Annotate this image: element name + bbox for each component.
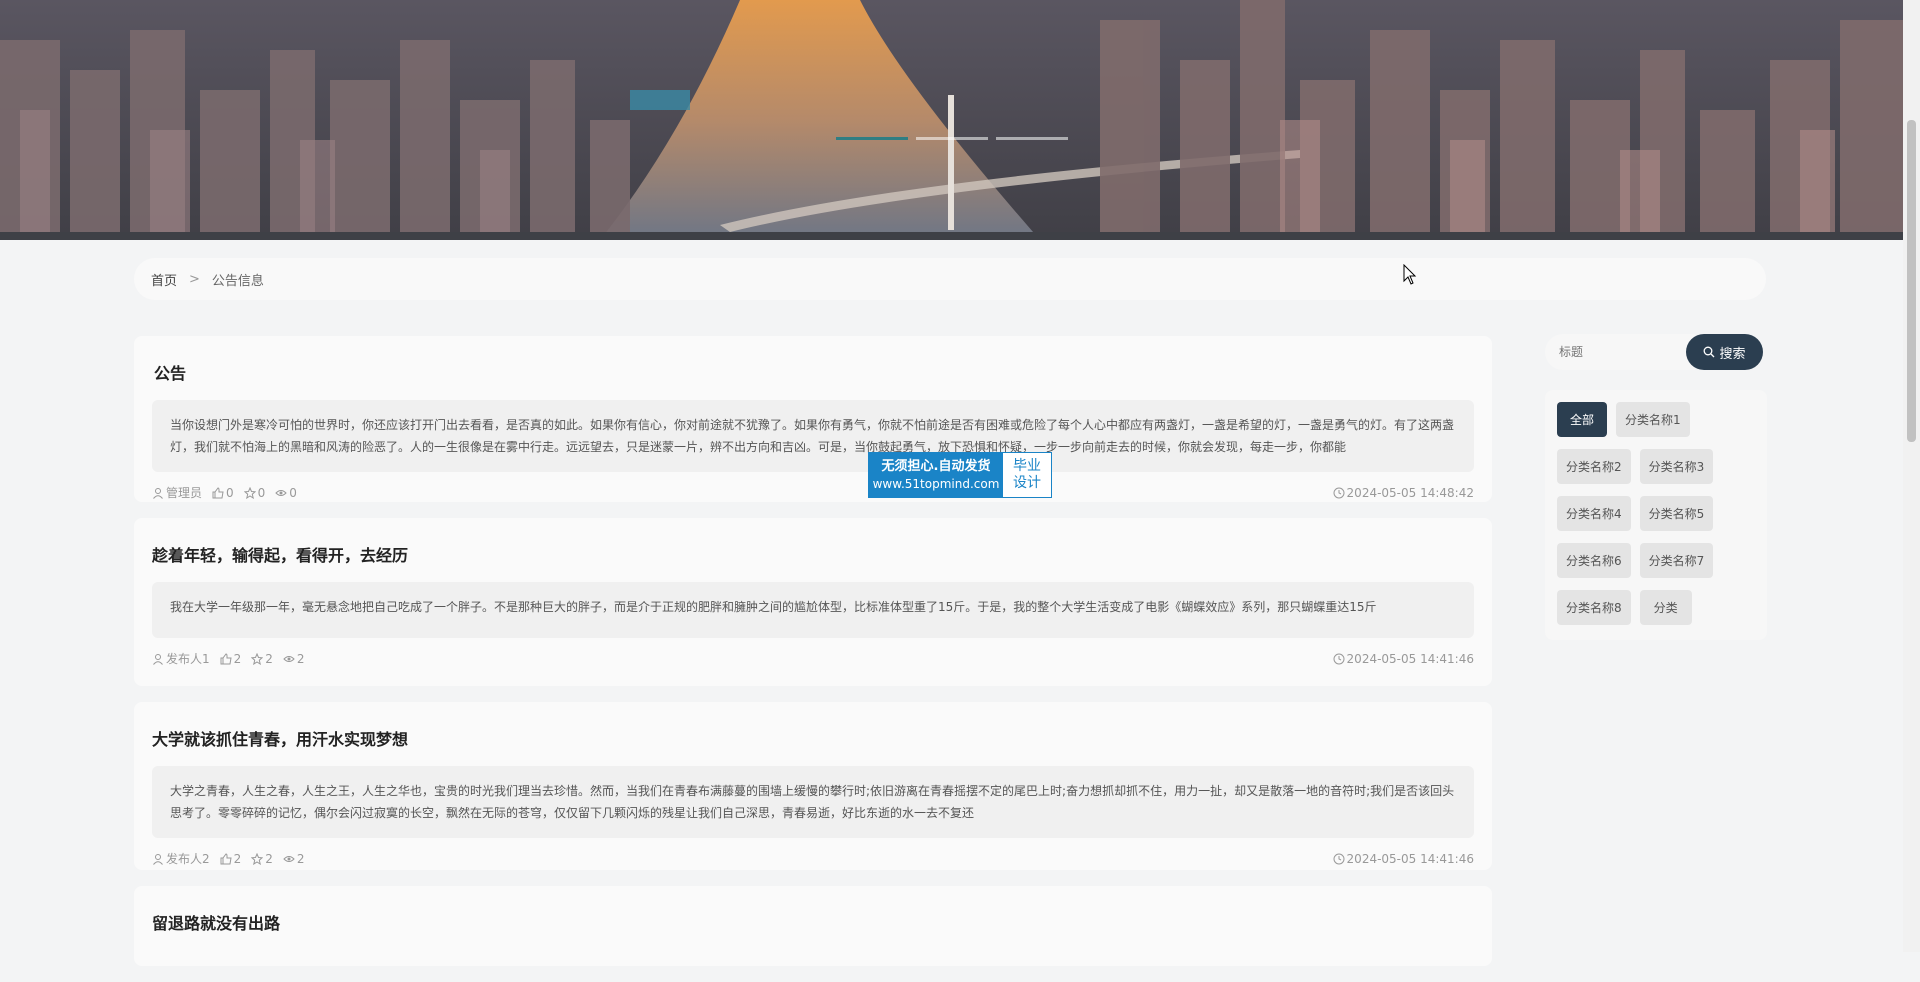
notice-meta: 发布人2 2 2 2 2024-05-05 14:41:46 [152,850,1474,867]
likes-count: 0 [226,485,234,500]
publish-date: 2024-05-05 14:48:42 [1333,486,1474,500]
thumb-up-icon [220,852,232,864]
clock-icon [1333,853,1345,864]
favorites-count: 2 [265,651,273,666]
likes: 0 [212,486,234,500]
views-count: 0 [289,485,297,500]
breadcrumb-current: 公告信息 [211,273,264,289]
views: 0 [275,486,297,500]
carousel-indicators [836,137,1068,141]
likes-count: 2 [233,851,242,866]
category-item[interactable]: 分类名称4 [1557,496,1631,531]
publish-date-text: 2024-05-05 14:41:46 [1346,851,1474,866]
author: 发布人2 [152,850,210,867]
scrollbar-thumb[interactable] [1907,120,1916,442]
favorites: 2 [251,852,273,866]
category-item[interactable]: 分类名称7 [1639,543,1714,578]
search-button-label: 搜索 [1719,346,1746,362]
ad-line2: www.51topmind.com [872,477,1000,491]
author: 发布人1 [152,650,210,667]
clock-icon [1333,487,1345,498]
publish-date-text: 2024-05-05 14:41:46 [1346,651,1474,666]
notice-card[interactable]: 留退路就没有出路 [134,886,1492,966]
notice-summary: 我在大学一年级那一年，毫无悬念地把自己吃成了一个胖子。不是那种巨大的胖子，而是介… [152,582,1474,638]
carousel-dot-2[interactable] [916,137,988,140]
ad-left: 无须担心.自动发货 www.51topmind.com [869,453,1003,497]
search-bar: 搜索 [1545,334,1763,370]
notice-list: 公告 当你设想门外是寒冷可怕的世界时，你还应该打开门出去看看，是否真的如此。如果… [134,336,1492,982]
thumb-up-icon [220,652,232,664]
notice-title[interactable]: 留退路就没有出路 [152,910,1474,934]
search-button[interactable]: 搜索 [1686,334,1763,370]
favorites-count: 2 [265,851,273,866]
breadcrumb: 首页 > 公告信息 [134,258,1766,300]
clock-icon [1333,653,1345,664]
star-icon [251,852,264,865]
notice-card[interactable]: 公告 当你设想门外是寒冷可怕的世界时，你还应该打开门出去看看，是否真的如此。如果… [134,336,1492,502]
ad-right2: 设计 [1013,475,1041,491]
category-item[interactable]: 分类名称2 [1557,449,1631,484]
search-icon [1704,346,1715,358]
views-count: 2 [296,851,305,866]
carousel-dot-3[interactable] [996,137,1068,140]
author-name: 发布人1 [166,652,210,666]
user-icon [153,853,163,865]
notice-title[interactable]: 大学就该抓住青春，用汗水实现梦想 [152,726,1474,750]
carousel-dot-1[interactable] [836,137,908,140]
search-input[interactable] [1545,334,1695,370]
mouse-cursor-icon [1403,264,1417,285]
category-item[interactable]: 分类名称8 [1557,590,1631,625]
banner-image [0,0,1903,240]
eye-icon [275,489,288,496]
ad-right: 毕业 设计 [1003,453,1051,497]
star-icon [243,486,256,499]
category-item[interactable]: 分类名称3 [1639,449,1714,484]
category-item[interactable]: 分类名称5 [1639,496,1714,531]
ad-line1: 无须担心.自动发货 [881,459,991,474]
author-name: 管理员 [166,486,203,500]
notice-title[interactable]: 公告 [154,360,1474,384]
banner-carousel[interactable] [0,0,1903,240]
favorites: 2 [251,652,273,666]
notice-summary: 当你设想门外是寒冷可怕的世界时，你还应该打开门出去看看，是否真的如此。如果你有信… [152,400,1474,472]
notice-meta: 管理员 0 0 0 2024-05-05 14:48:42 [152,484,1474,501]
publish-date: 2024-05-05 14:41:46 [1333,652,1474,666]
notice-card[interactable]: 大学就该抓住青春，用汗水实现梦想 大学之青春，人生之春，人生之王，人生之华也，宝… [134,702,1492,870]
likes: 2 [220,851,242,866]
breadcrumb-separator: > [189,271,200,287]
author-name: 发布人2 [166,852,210,866]
author: 管理员 [152,484,202,501]
category-item[interactable]: 分类名称6 [1557,543,1631,578]
notice-summary: 大学之青春，人生之春，人生之王，人生之华也，宝贵的时光我们理当去珍惜。然而，当我… [152,766,1474,838]
likes: 2 [220,651,242,666]
favorites-count: 0 [257,485,266,500]
notice-card[interactable]: 趁着年轻，输得起，看得开，去经历 我在大学一年级那一年，毫无悬念地把自己吃成了一… [134,518,1492,686]
ad-badge[interactable]: 无须担心.自动发货 www.51topmind.com 毕业 设计 [868,452,1052,498]
user-icon [153,653,163,665]
category-item[interactable]: 分类 [1639,590,1692,625]
category-all[interactable]: 全部 [1557,402,1608,437]
views-count: 2 [296,651,305,666]
breadcrumb-home-link[interactable]: 首页 [151,270,177,289]
notice-title[interactable]: 趁着年轻，输得起，看得开，去经历 [152,542,1474,566]
publish-date: 2024-05-05 14:41:46 [1333,852,1474,866]
notice-meta: 发布人1 2 2 2 2024-05-05 14:41:46 [152,650,1474,667]
star-icon [251,652,264,665]
user-icon [153,487,163,499]
ad-right1: 毕业 [1013,458,1041,474]
views: 2 [283,652,305,666]
thumb-up-icon [212,486,224,498]
likes-count: 2 [233,651,242,666]
views: 2 [283,852,305,866]
category-panel: 全部 分类名称1 分类名称2 分类名称3 分类名称4 分类名称5 分类名称6 分… [1545,390,1767,640]
eye-icon [283,655,295,662]
eye-icon [283,855,295,862]
vertical-scrollbar[interactable] [1903,0,1920,952]
favorites: 0 [243,485,266,500]
publish-date-text: 2024-05-05 14:48:42 [1346,485,1474,500]
category-item[interactable]: 分类名称1 [1616,402,1690,437]
